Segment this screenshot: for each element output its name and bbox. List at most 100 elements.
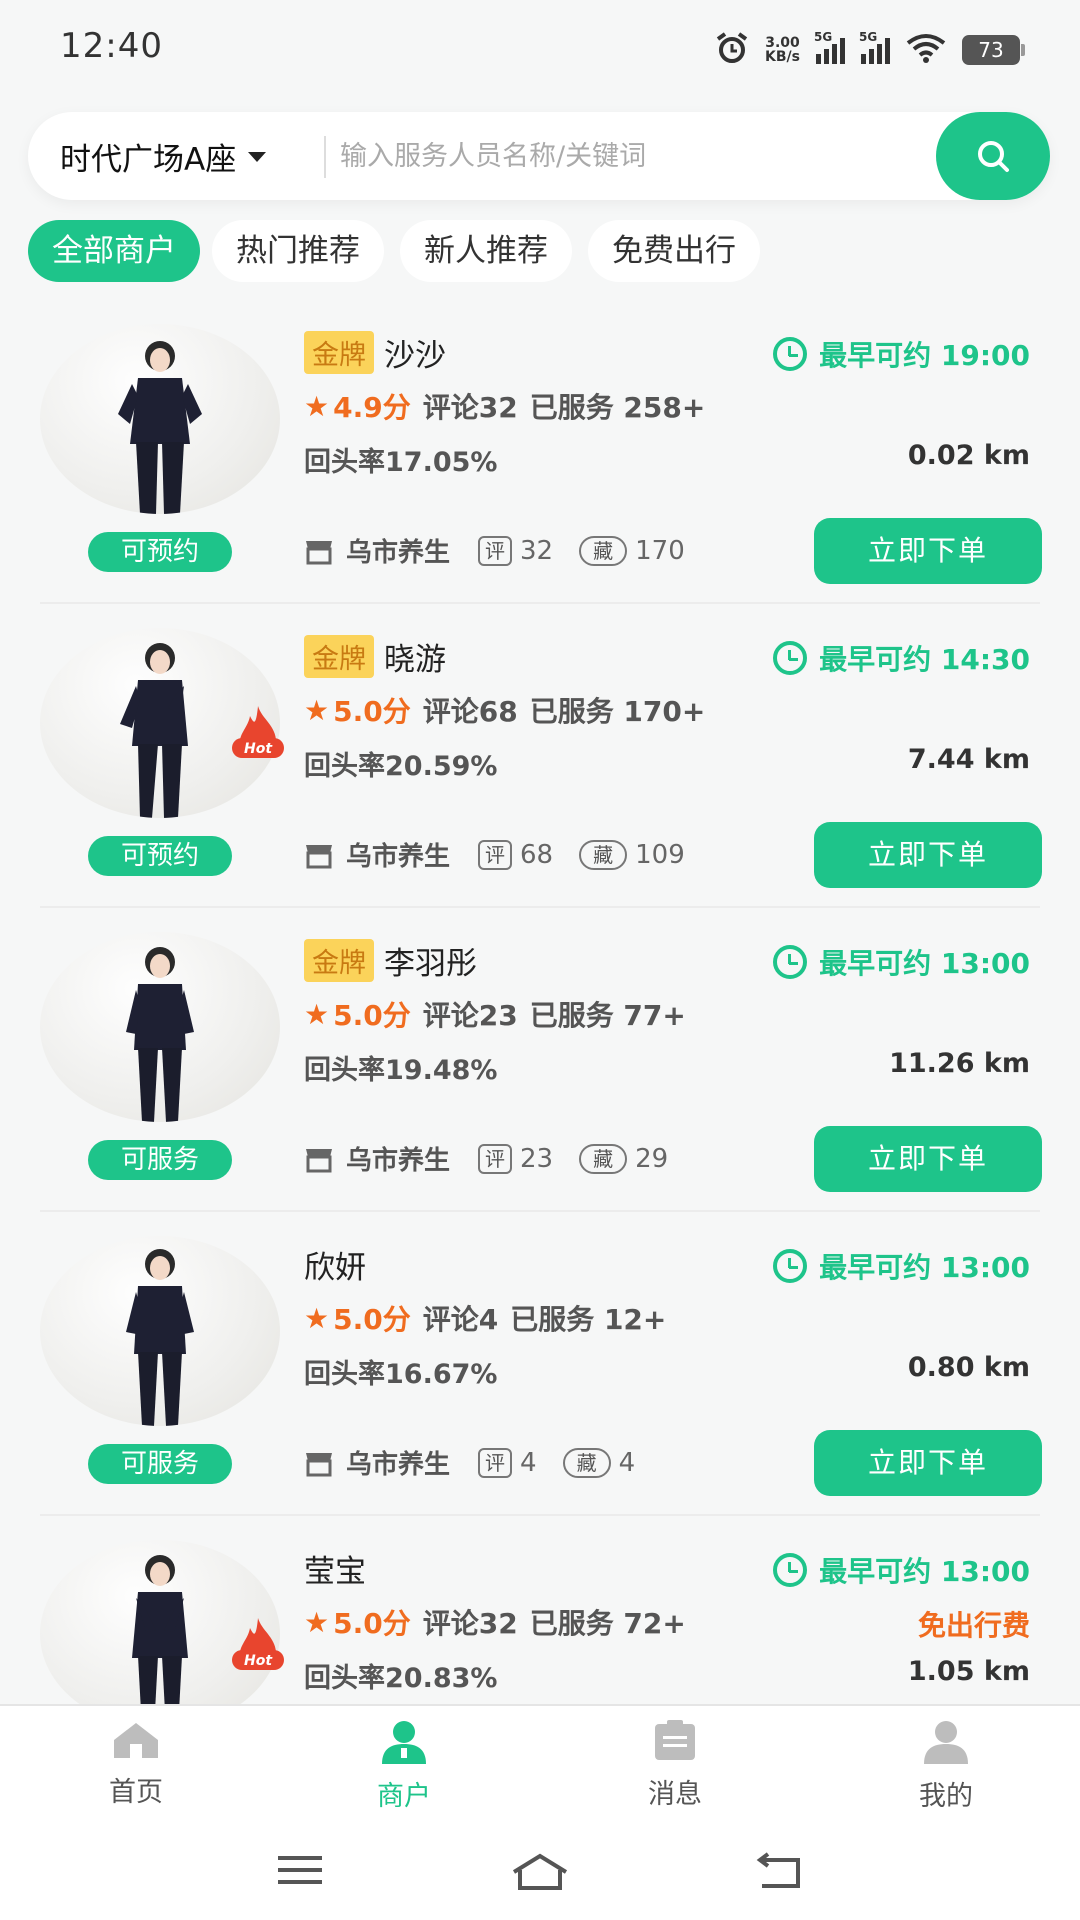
hot-badge: Hot [232, 704, 284, 772]
available-time: 最早可约 13:00 [819, 947, 1030, 980]
shop-icon [306, 1148, 332, 1172]
shop-name: 乌市养生 [346, 1146, 451, 1176]
available-time: 最早可约 14:30 [819, 643, 1030, 676]
merchant-name: 沙沙 [384, 338, 446, 374]
status-pill: 可预约 [88, 532, 232, 572]
clock-icon [773, 1553, 808, 1587]
signal-icon: 5G [814, 30, 845, 64]
tab-messages-label: 消息 [648, 1779, 702, 1810]
distance: 0.80 km [907, 1352, 1030, 1383]
stats-row: ★ 5.0分 评论68 已服务 170+ [304, 690, 705, 730]
status-pill: 可服务 [88, 1444, 232, 1484]
availability: 最早可约 14:30 [773, 638, 1030, 678]
filter-hot[interactable]: 热门推荐 [212, 220, 384, 282]
rating: ★ 5.0分 [304, 690, 411, 730]
distance: 7.44 km [907, 744, 1030, 775]
net-speed-value: 3.00 [765, 35, 800, 51]
merchant-name: 莹宝 [304, 1554, 366, 1590]
merchant-card[interactable]: Hot 莹宝 最早可约 13:00 ★ 5.0分 评论32 已服务 72+ 免出行… [0, 1516, 1080, 1704]
merchant-list-screen: 12:40 3.00 KB/s 5G 5G 73 时代广场A座 输入服务人员名称… [0, 0, 1080, 1920]
order-now-button[interactable]: 立即下单 [814, 1126, 1042, 1192]
favorite-icon[interactable]: 藏 [579, 839, 628, 870]
review-count: 评论68 [422, 695, 518, 728]
location-label: 时代广场A座 [60, 142, 237, 178]
back-icon[interactable] [754, 1852, 804, 1896]
clock-icon [773, 945, 808, 979]
bottom-tab-bar: 首页 商户 消息 我的 [0, 1704, 1080, 1822]
signal-label-2: 5G [859, 30, 878, 44]
profile-icon [924, 1721, 968, 1764]
distance: 1.05 km [907, 1656, 1030, 1687]
comment-icon: 评 [478, 535, 513, 566]
return-rate: 回头率20.83% [304, 1663, 498, 1694]
clock-icon [773, 1249, 808, 1283]
comment-icon: 评 [478, 1447, 513, 1478]
gold-badge: 金牌 [304, 939, 374, 982]
status-pill: 可服务 [88, 1140, 232, 1180]
order-now-button[interactable]: 立即下单 [814, 1430, 1042, 1496]
merchant-name: 欣妍 [304, 1250, 366, 1286]
merchant-name: 李羽彤 [384, 946, 477, 982]
caret-down-icon [248, 151, 267, 162]
available-time: 最早可约 13:00 [819, 1555, 1030, 1588]
stats-row: ★ 4.9分 评论32 已服务 258+ [304, 386, 705, 426]
availability: 最早可约 13:00 [773, 1246, 1030, 1286]
availability: 最早可约 13:00 [773, 942, 1030, 982]
favorite-icon[interactable]: 藏 [579, 535, 628, 566]
name-row: 欣妍 [304, 1242, 366, 1287]
system-navigation-bar [0, 1822, 1080, 1920]
net-speed-unit: KB/s [765, 49, 800, 65]
rating-value: 5.0分 [333, 999, 411, 1032]
shop-name: 乌市养生 [346, 1450, 451, 1480]
name-row: 金牌 沙沙 [304, 330, 446, 375]
favorite-icon[interactable]: 藏 [579, 1143, 628, 1174]
favorite-count: 170 [635, 535, 685, 566]
merchant-card[interactable]: Hot 可预约 金牌 晓游 最早可约 14:30 ★ 5.0分 评论68 已服务 … [0, 604, 1080, 908]
search-divider [324, 136, 326, 178]
tab-merchant[interactable]: 商户 [334, 1720, 474, 1813]
tab-messages[interactable]: 消息 [605, 1720, 745, 1811]
free-travel-fee: 免出行费 [917, 1609, 1030, 1642]
battery-icon: 73 [962, 35, 1025, 65]
star-icon: ★ [304, 693, 330, 727]
filter-new[interactable]: 新人推荐 [400, 220, 572, 282]
merchant-icon [382, 1721, 426, 1764]
favorite-count: 109 [635, 839, 685, 870]
available-time: 最早可约 13:00 [819, 1251, 1030, 1284]
meta-row: 乌市养生 评 4 藏 4 [304, 1444, 661, 1481]
search-icon [978, 141, 1009, 172]
search-input[interactable] [340, 132, 940, 180]
stats-row: ★ 5.0分 评论23 已服务 77+ [304, 994, 686, 1034]
comment-icon: 评 [478, 839, 513, 870]
comment-count: 32 [520, 535, 554, 566]
search-button[interactable] [936, 112, 1050, 200]
comment-icon: 评 [478, 1143, 513, 1174]
location-selector[interactable]: 时代广场A座 [60, 134, 267, 179]
filter-all[interactable]: 全部商户 [28, 220, 200, 282]
menu-icon[interactable] [276, 1852, 324, 1892]
merchant-name: 晓游 [384, 642, 446, 678]
tab-profile[interactable]: 我的 [876, 1720, 1016, 1813]
favorite-count: 4 [618, 1447, 636, 1478]
name-row: 金牌 晓游 [304, 634, 446, 679]
meta-row: 乌市养生 评 23 藏 29 [304, 1140, 694, 1177]
comment-count: 4 [520, 1447, 537, 1478]
shop-name: 乌市养生 [346, 842, 451, 872]
merchant-card[interactable]: 可服务 欣妍 最早可约 13:00 ★ 5.0分 评论4 已服务 12+ 回头率1… [0, 1212, 1080, 1516]
order-now-button[interactable]: 立即下单 [814, 518, 1042, 584]
order-now-button[interactable]: 立即下单 [814, 822, 1042, 888]
merchant-card[interactable]: 可服务 金牌 李羽彤 最早可约 13:00 ★ 5.0分 评论23 已服务 77+… [0, 908, 1080, 1212]
filter-free-travel[interactable]: 免费出行 [588, 220, 760, 282]
home-nav-icon[interactable] [510, 1852, 570, 1896]
signal-label-1: 5G [814, 30, 833, 44]
return-rate: 回头率19.48% [304, 1055, 498, 1086]
search-bar: 时代广场A座 [28, 112, 1050, 200]
alarm-icon [715, 31, 749, 69]
availability: 最早可约 19:00 [773, 334, 1030, 374]
return-rate: 回头率20.59% [304, 751, 498, 782]
tab-home[interactable]: 首页 [66, 1720, 206, 1809]
served-count: 已服务 170+ [529, 695, 706, 728]
gold-badge: 金牌 [304, 331, 374, 374]
merchant-card[interactable]: 可预约 金牌 沙沙 最早可约 19:00 ★ 4.9分 评论32 已服务 258+… [0, 300, 1080, 604]
favorite-icon[interactable]: 藏 [562, 1447, 611, 1478]
